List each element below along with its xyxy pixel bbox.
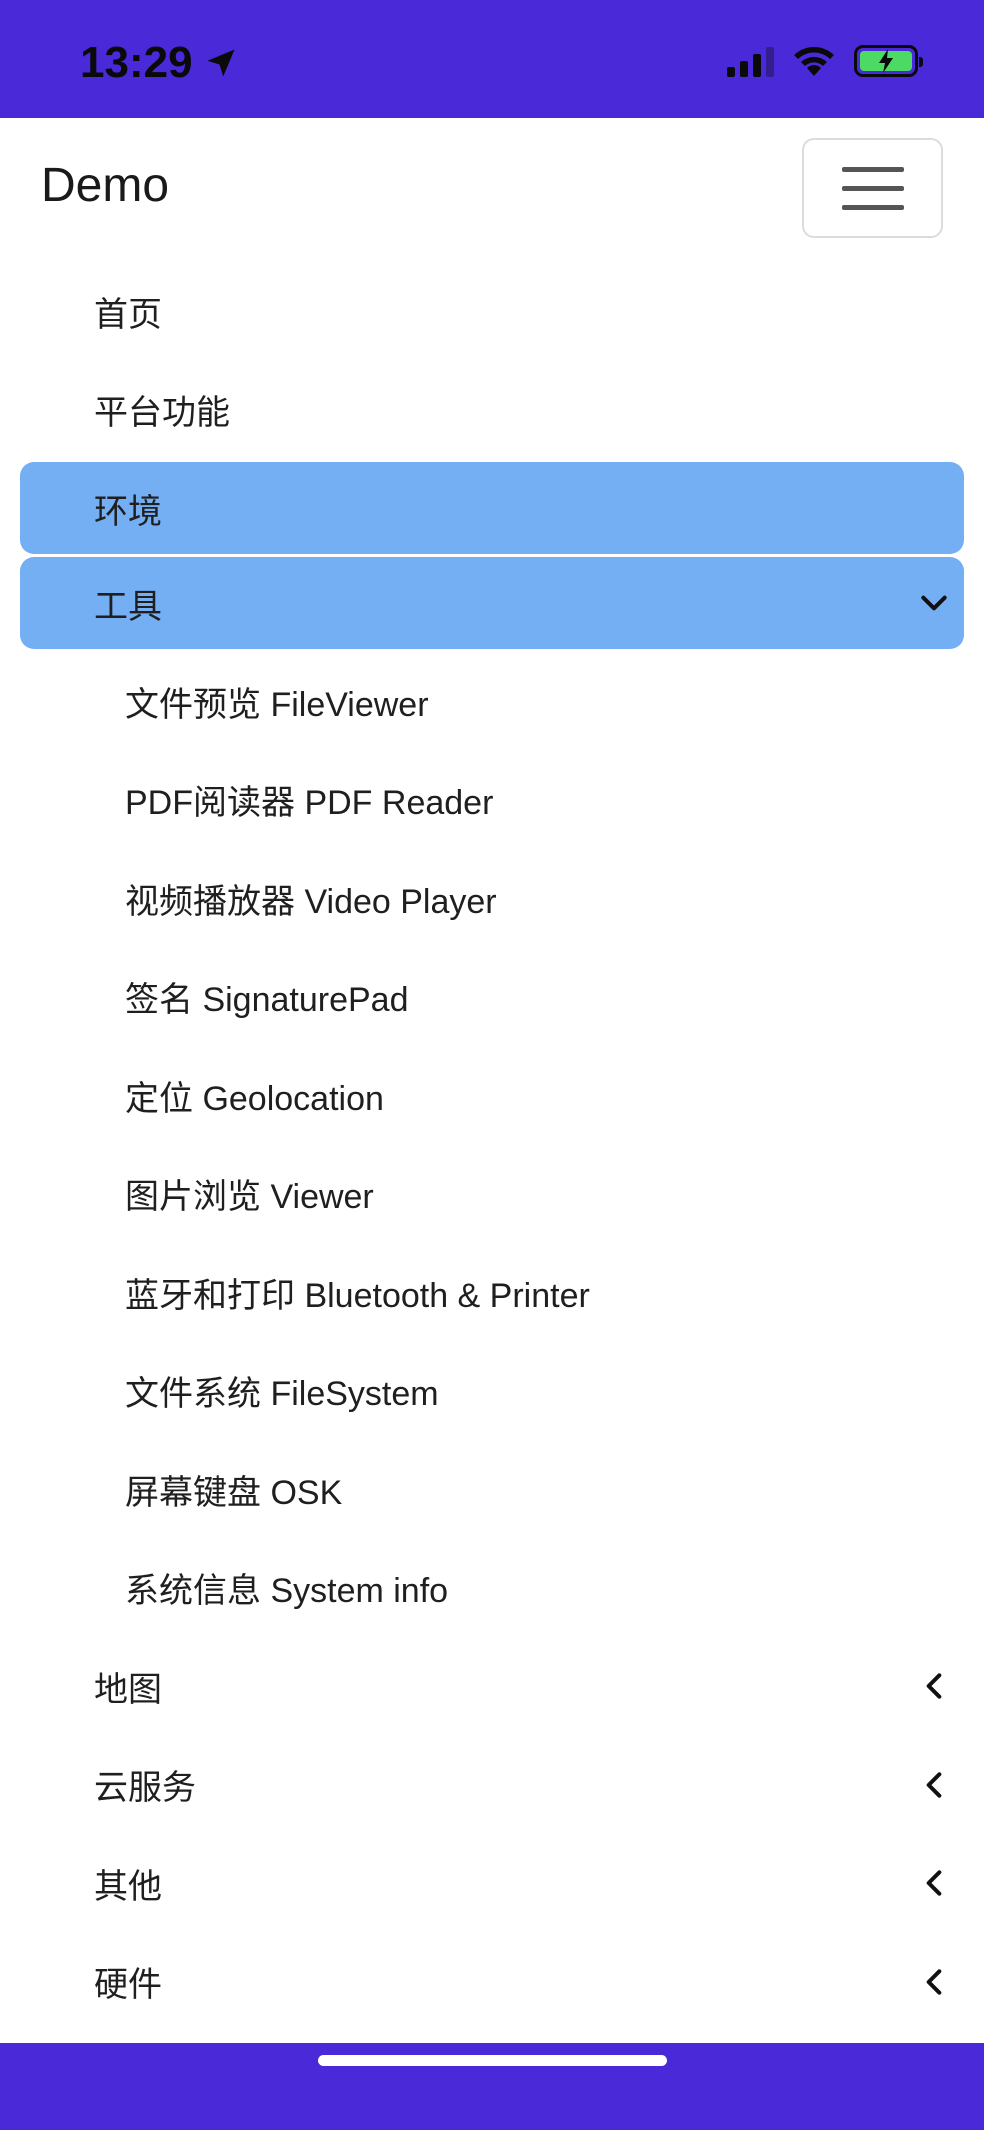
- wifi-icon: [794, 47, 834, 76]
- menu-item-label: 地图: [94, 1670, 162, 1709]
- submenu-item-pdf-reader[interactable]: PDF阅读器 PDF Reader: [20, 751, 964, 850]
- submenu-item-label: 文件系统 FileSystem: [125, 1375, 439, 1414]
- submenu-item-viewer[interactable]: 图片浏览 Viewer: [20, 1145, 964, 1244]
- submenu-item-label: 屏幕键盘 OSK: [125, 1473, 343, 1512]
- signal-icon: [727, 45, 774, 77]
- submenu-item-fileviewer[interactable]: 文件预览 FileViewer: [20, 652, 964, 751]
- menu-item-label: 工具: [94, 587, 162, 626]
- submenu-item-bluetooth-printer[interactable]: 蓝牙和打印 Bluetooth & Printer: [20, 1243, 964, 1342]
- submenu-item-osk[interactable]: 屏幕键盘 OSK: [20, 1440, 964, 1539]
- chevron-left-icon: [926, 1870, 942, 1896]
- menu-item-label: 云服务: [94, 1769, 196, 1808]
- status-icons: [727, 44, 923, 78]
- hamburger-icon: [841, 166, 904, 172]
- submenu-item-label: 视频播放器 Video Player: [125, 882, 497, 921]
- chevron-left-icon: [926, 1969, 942, 1995]
- submenu-item-video-player[interactable]: 视频播放器 Video Player: [20, 849, 964, 948]
- home-indicator[interactable]: [318, 2055, 667, 2066]
- chevron-left-icon: [926, 1772, 942, 1798]
- side-menu: 首页 平台功能 环境 工具 文件预览 FileViewer PDF阅读器 PDF…: [20, 262, 964, 2031]
- submenu-item-label: 定位 Geolocation: [125, 1079, 384, 1118]
- submenu-item-label: PDF阅读器 PDF Reader: [125, 784, 494, 823]
- menu-item-tools[interactable]: 工具: [20, 557, 964, 649]
- submenu-item-system-info[interactable]: 系统信息 System info: [20, 1539, 964, 1638]
- navbar-brand[interactable]: Demo: [41, 158, 169, 213]
- submenu-item-signaturepad[interactable]: 签名 SignaturePad: [20, 948, 964, 1047]
- menu-item-hardware[interactable]: 硬件: [20, 1933, 964, 2032]
- submenu-item-geolocation[interactable]: 定位 Geolocation: [20, 1046, 964, 1145]
- menu-item-label: 首页: [94, 295, 162, 334]
- battery-charging-icon: [854, 45, 923, 77]
- chevron-down-icon: [921, 595, 947, 611]
- chevron-left-icon: [926, 1673, 942, 1699]
- submenu-item-label: 文件预览 FileViewer: [125, 685, 429, 724]
- menu-item-other[interactable]: 其他: [20, 1834, 964, 1933]
- menu-item-label: 平台功能: [94, 394, 230, 433]
- menu-item-home[interactable]: 首页: [20, 262, 964, 361]
- submenu-item-label: 图片浏览 Viewer: [125, 1178, 374, 1217]
- menu-item-environment[interactable]: 环境: [20, 462, 964, 554]
- location-icon: [207, 49, 235, 77]
- menu-item-cloud[interactable]: 云服务: [20, 1736, 964, 1835]
- menu-item-label: 其他: [94, 1867, 162, 1906]
- menu-item-map[interactable]: 地图: [20, 1637, 964, 1736]
- navbar-toggle-button[interactable]: [802, 138, 943, 238]
- menu-item-label: 环境: [94, 492, 162, 531]
- submenu-item-label: 蓝牙和打印 Bluetooth & Printer: [125, 1276, 590, 1315]
- status-bar: 13:29: [0, 0, 984, 118]
- menu-item-label: 硬件: [94, 1966, 162, 2005]
- menu-item-platform[interactable]: 平台功能: [20, 361, 964, 460]
- status-time: 13:29: [80, 38, 193, 87]
- status-time-group: 13:29: [80, 38, 239, 88]
- submenu-item-filesystem[interactable]: 文件系统 FileSystem: [20, 1342, 964, 1441]
- submenu-item-label: 系统信息 System info: [125, 1572, 449, 1611]
- submenu-item-label: 签名 SignaturePad: [125, 981, 409, 1020]
- navbar: Demo: [0, 118, 984, 262]
